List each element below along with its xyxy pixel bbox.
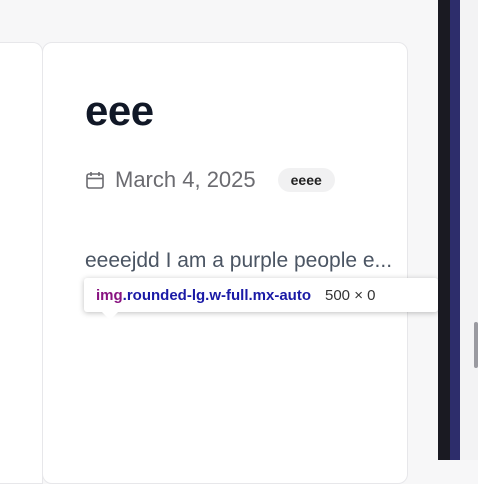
scrollbar-thumb[interactable] — [474, 322, 478, 368]
devtools-panel-edge — [438, 0, 478, 460]
tooltip-class-list: .rounded-lg.w-full.mx-auto — [122, 286, 311, 304]
previous-card[interactable] — [0, 42, 43, 484]
panel-divider[interactable] — [438, 0, 450, 460]
panel-highlight-border — [450, 0, 460, 460]
inspector-tooltip: img .rounded-lg.w-full.mx-auto 500 × 0 — [84, 278, 438, 320]
tooltip-tag-name: img — [96, 286, 123, 304]
panel-content — [460, 0, 478, 460]
post-excerpt: eeeejdd I am a purple people e... — [85, 249, 393, 272]
post-meta: March 4, 2025 eeee — [85, 165, 335, 195]
calendar-icon — [85, 170, 105, 190]
post-title[interactable]: eee — [85, 87, 154, 135]
tooltip-dimensions: 500 × 0 — [325, 286, 376, 304]
post-card[interactable]: eee March 4, 2025 eeee eeeejdd I am a pu… — [42, 42, 408, 484]
post-tag-badge[interactable]: eeee — [277, 168, 335, 192]
post-date: March 4, 2025 — [115, 167, 256, 192]
